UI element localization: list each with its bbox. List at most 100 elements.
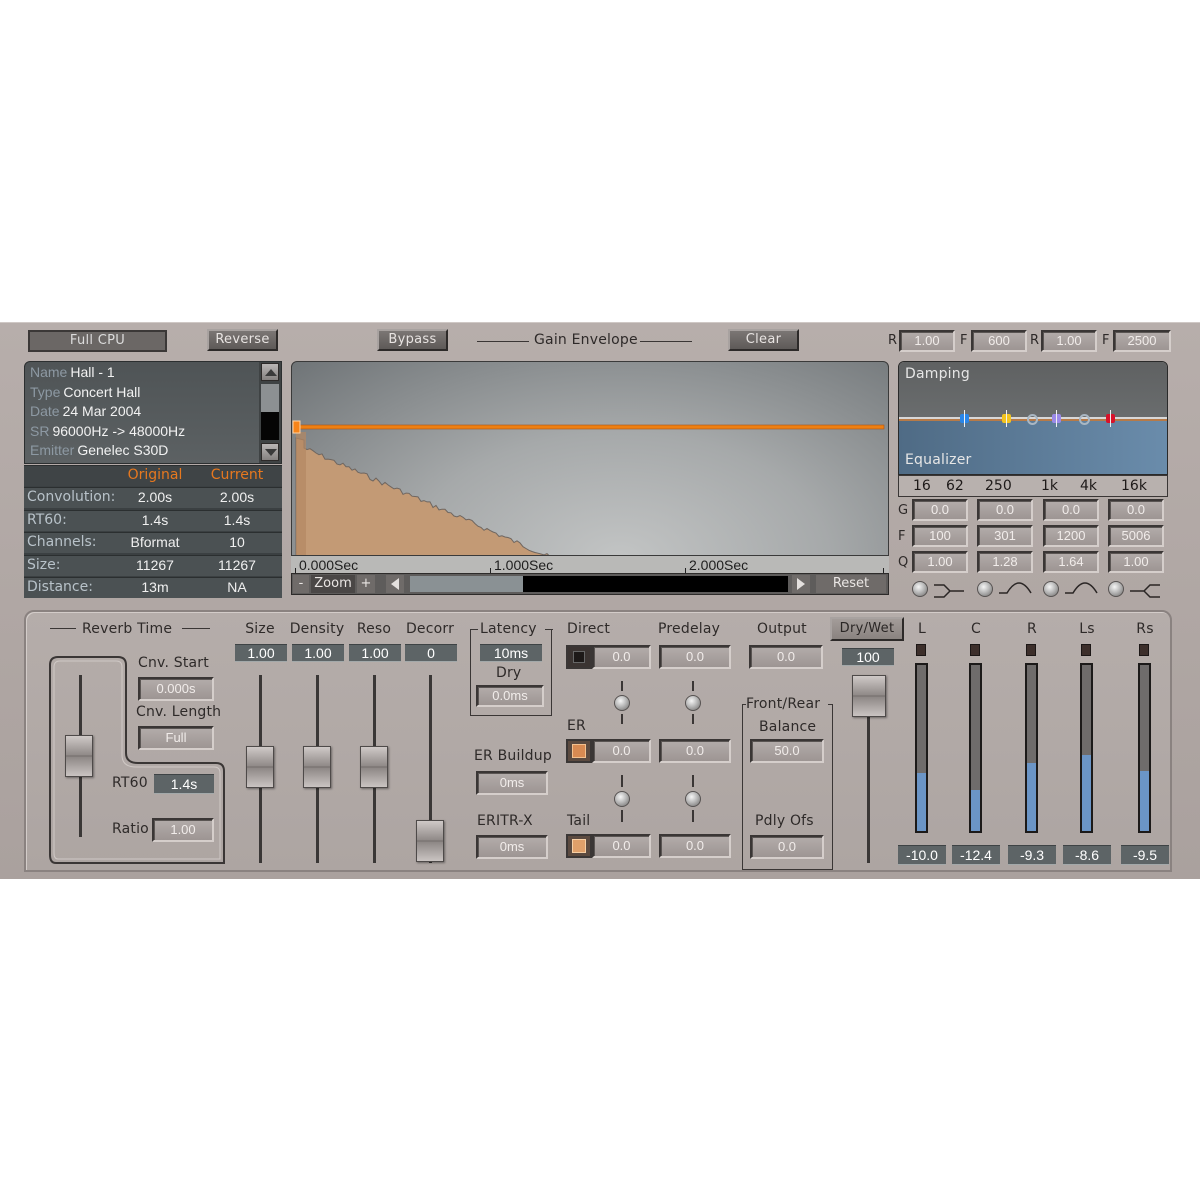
dry-wet-button[interactable]: Dry/Wet <box>830 617 904 641</box>
direct-predelay-field[interactable]: 0.0 <box>659 645 731 669</box>
damping-param-field[interactable]: 1.00 <box>1041 330 1097 352</box>
envelope-scrollbar[interactable] <box>410 576 788 592</box>
eq-param-field[interactable]: 301 <box>977 525 1033 547</box>
meter-channel-label: Ls <box>1079 621 1095 637</box>
eq-param-field[interactable]: 1.64 <box>1043 551 1099 573</box>
scroll-right-button[interactable] <box>792 575 810 593</box>
reset-button[interactable]: Reset <box>816 575 886 593</box>
eq-band-handle[interactable] <box>1106 410 1115 427</box>
damping-param-field[interactable]: 2500 <box>1113 330 1171 352</box>
dry-wet-fader-handle[interactable] <box>852 675 886 717</box>
link-line <box>692 810 694 822</box>
er-link-knob[interactable] <box>614 791 630 807</box>
clip-indicator[interactable] <box>1026 644 1036 656</box>
meter-peak-value: -8.6 <box>1063 845 1111 865</box>
stats-label: Distance: <box>27 579 93 595</box>
info-value: Hall - 1 <box>70 364 115 380</box>
cnv-start-field[interactable]: 0.000s <box>138 677 214 701</box>
zoom-in-button[interactable]: + <box>357 575 375 593</box>
tail-toggle[interactable] <box>566 834 592 858</box>
eq-band-handle[interactable] <box>960 410 969 427</box>
predelay-link-knob[interactable] <box>685 695 701 711</box>
balance-field[interactable]: 50.0 <box>750 739 824 763</box>
reverse-button[interactable]: Reverse <box>207 329 278 351</box>
zoom-out-button[interactable]: - <box>293 575 309 593</box>
eq-param-field[interactable]: 1.28 <box>977 551 1033 573</box>
envelope-scroll-thumb[interactable] <box>410 576 524 592</box>
output-field[interactable]: 0.0 <box>749 645 823 669</box>
eq-band-enable-knob[interactable] <box>1043 581 1059 597</box>
er-predelay-field[interactable]: 0.0 <box>659 739 731 763</box>
eq-param-field[interactable]: 0.0 <box>1043 499 1099 521</box>
clip-indicator[interactable] <box>1139 644 1149 656</box>
eq-param-field[interactable]: 0.0 <box>977 499 1033 521</box>
fader-value-display: 1.00 <box>292 644 344 662</box>
envelope-node-handle[interactable] <box>292 420 301 434</box>
damping-eq-display[interactable]: Damping Equalizer <box>898 361 1168 475</box>
eq-param-field[interactable]: 5006 <box>1108 525 1164 547</box>
tail-predelay-field[interactable]: 0.0 <box>659 834 731 858</box>
ratio-field[interactable]: 1.00 <box>152 818 214 842</box>
info-row: Name Hall - 1 <box>30 364 115 380</box>
er-predelay-link-knob[interactable] <box>685 791 701 807</box>
link-line <box>621 714 623 724</box>
clip-indicator[interactable] <box>916 644 926 656</box>
direct-link-knob[interactable] <box>614 695 630 711</box>
clear-button[interactable]: Clear <box>728 329 799 351</box>
fader-handle[interactable] <box>303 746 331 788</box>
fader-handle[interactable] <box>246 746 274 788</box>
damping-param-field[interactable]: 600 <box>971 330 1027 352</box>
scroll-thumb[interactable] <box>261 384 279 412</box>
eq-param-field[interactable]: 1200 <box>1043 525 1099 547</box>
fader-value-display: 1.00 <box>235 644 287 662</box>
eq-param-field[interactable]: 0.0 <box>912 499 968 521</box>
bypass-button[interactable]: Bypass <box>377 329 448 351</box>
eq-band-enable-knob[interactable] <box>977 581 993 597</box>
damping-param-field[interactable]: 1.00 <box>899 330 955 352</box>
fader-handle[interactable] <box>416 820 444 862</box>
info-key: Date <box>30 403 60 419</box>
er-label: ER <box>567 718 586 734</box>
eq-band-handle[interactable] <box>1052 410 1061 427</box>
eq-band-enable-knob[interactable] <box>1108 581 1124 597</box>
er-buildup-field[interactable]: 0ms <box>476 771 548 795</box>
divider <box>477 341 529 342</box>
dry-label: Dry <box>496 665 522 681</box>
gain-envelope-line[interactable] <box>295 424 885 430</box>
eq-param-field[interactable]: 100 <box>912 525 968 547</box>
scroll-track[interactable] <box>261 412 279 440</box>
divider <box>470 629 478 630</box>
direct-level-field[interactable]: 0.0 <box>592 645 651 669</box>
direct-toggle[interactable] <box>566 645 592 669</box>
dry-latency-field[interactable]: 0.0ms <box>476 685 544 707</box>
stats-row: Distance: 13m NA <box>24 577 282 598</box>
eritr-x-field[interactable]: 0ms <box>476 835 548 859</box>
rt60-fader-handle[interactable] <box>65 735 93 777</box>
stats-original: 11267 <box>136 556 174 573</box>
tail-level-field[interactable]: 0.0 <box>592 834 651 858</box>
cnv-start-label: Cnv. Start <box>138 655 209 671</box>
cnv-length-label: Cnv. Length <box>136 704 222 720</box>
eq-band-enable-knob[interactable] <box>912 581 928 597</box>
eq-band-handle-inactive[interactable] <box>1079 414 1090 425</box>
eq-band-handle-inactive[interactable] <box>1027 414 1038 425</box>
eq-param-field[interactable]: 0.0 <box>1108 499 1164 521</box>
er-level-field[interactable]: 0.0 <box>592 739 651 763</box>
scroll-up-button[interactable] <box>261 363 279 381</box>
pdly-ofs-field[interactable]: 0.0 <box>750 835 824 859</box>
damping-label: Damping <box>905 366 970 382</box>
full-cpu-button[interactable]: Full CPU <box>28 330 167 352</box>
eq-param-field[interactable]: 1.00 <box>912 551 968 573</box>
clip-indicator[interactable] <box>1081 644 1091 656</box>
er-toggle[interactable] <box>566 739 592 763</box>
info-scrollbar[interactable] <box>259 362 281 463</box>
cnv-length-field[interactable]: Full <box>138 726 214 750</box>
eq-band-handle[interactable] <box>1002 410 1011 427</box>
eq-param-field[interactable]: 1.00 <box>1108 551 1164 573</box>
scroll-left-button[interactable] <box>386 575 404 593</box>
scroll-down-button[interactable] <box>261 443 279 461</box>
stats-row: Size: 11267 11267 <box>24 554 282 576</box>
damping-param-label: R <box>888 333 898 348</box>
clip-indicator[interactable] <box>970 644 980 656</box>
fader-handle[interactable] <box>360 746 388 788</box>
